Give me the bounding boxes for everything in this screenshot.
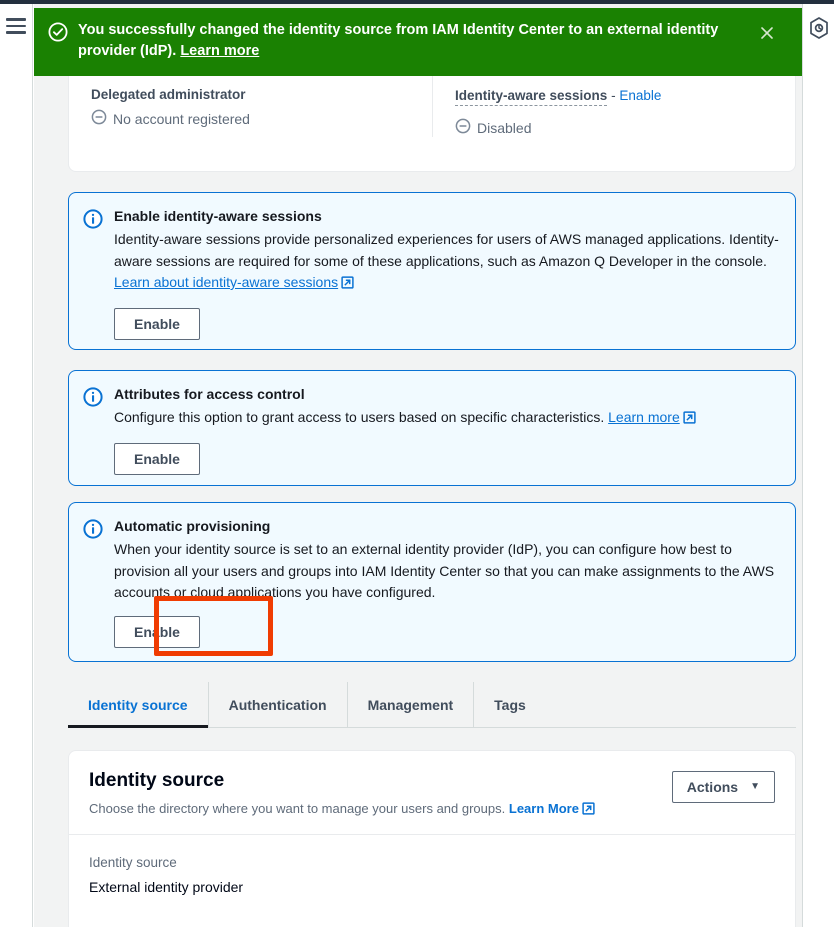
success-flash-banner: You successfully changed the identity so… (34, 8, 802, 76)
identity-aware-sessions-status: Disabled (455, 118, 773, 137)
identity-source-subtitle-text: Choose the directory where you want to m… (89, 801, 506, 816)
right-tools-rail (802, 4, 834, 927)
success-check-circle-icon (48, 22, 68, 47)
identity-source-field-label: Identity source (89, 855, 177, 870)
content-scroll-area: GMT+0 Delegated administrator No account… (34, 4, 802, 927)
chevron-down-icon: ▼ (750, 781, 760, 792)
actions-button-label: Actions (686, 779, 739, 795)
identity-source-header-text: Identity source Choose the directory whe… (89, 769, 595, 820)
alert-description-text: Configure this option to grant access to… (114, 409, 605, 425)
page-title: Identity source (89, 770, 225, 791)
settings-tabs: Identity source Authentication Managemen… (68, 682, 796, 728)
alert-description: Identity-aware sessions provide personal… (114, 229, 779, 296)
identity-aware-sessions-enable-link[interactable]: Enable (619, 88, 661, 103)
identity-aware-sessions-enable-button[interactable]: Enable (114, 307, 200, 340)
external-link-icon (683, 409, 696, 431)
alert-enable-identity-aware-sessions: Enable identity-aware sessions Identity-… (68, 192, 796, 350)
tab-label: Identity source (88, 696, 188, 713)
external-link-icon (341, 274, 354, 296)
alert-description: When your identity source is set to an e… (114, 541, 775, 600)
alert-description-text: Identity-aware sessions provide personal… (114, 231, 779, 269)
actions-dropdown-button[interactable]: Actions ▼ (671, 771, 775, 803)
delegated-administrator-label: Delegated administrator (91, 87, 246, 102)
identity-aware-sessions-label: Identity-aware sessions (455, 88, 608, 106)
attributes-learn-more-link[interactable]: Learn more (608, 409, 680, 425)
external-link-icon (582, 801, 595, 820)
identity-aware-sessions-label-row: Identity-aware sessions - Enable (455, 87, 773, 111)
identity-source-learn-more-link[interactable]: Learn More (509, 801, 579, 816)
identity-source-card-header: Identity source Choose the directory whe… (69, 751, 795, 835)
attributes-for-access-control-enable-button[interactable]: Enable (114, 442, 200, 475)
info-circle-icon (83, 519, 103, 645)
close-icon[interactable] (754, 20, 780, 46)
alert-title: Automatic provisioning (114, 518, 271, 534)
info-circle-icon (83, 209, 103, 333)
info-circle-icon (83, 387, 103, 469)
flash-learn-more-link[interactable]: Learn more (180, 43, 259, 59)
automatic-provisioning-enable-button[interactable]: Enable (114, 615, 200, 648)
identity-source-subtitle: Choose the directory where you want to m… (89, 799, 595, 820)
minus-circle-icon (455, 118, 471, 137)
minus-circle-icon (91, 109, 107, 128)
delegated-administrator-status: No account registered (91, 109, 410, 128)
flash-message: You successfully changed the identity so… (78, 20, 754, 62)
delegated-administrator-status-text: No account registered (113, 110, 250, 127)
hamburger-menu-icon[interactable] (6, 18, 26, 34)
tab-label: Tags (494, 696, 526, 713)
learn-about-identity-aware-sessions-link[interactable]: Learn about identity-aware sessions (114, 274, 338, 290)
tab-management[interactable]: Management (348, 682, 475, 727)
alert-automatic-provisioning: Automatic provisioning When your identit… (68, 502, 796, 662)
left-navigation-rail (0, 4, 33, 927)
identity-source-field-value: External identity provider (89, 879, 244, 895)
alert-title: Enable identity-aware sessions (114, 208, 322, 224)
tab-label: Authentication (228, 696, 327, 713)
tab-authentication[interactable]: Authentication (209, 682, 348, 727)
identity-source-card: Identity source Choose the directory whe… (68, 750, 796, 927)
identity-aware-sessions-status-text: Disabled (477, 119, 532, 136)
recently-visited-hexagon-icon[interactable] (808, 16, 830, 40)
alert-description: Configure this option to grant access to… (114, 407, 779, 431)
identity-source-card-body: Identity source External identity provid… (69, 835, 795, 915)
console-page: GMT+0 Delegated administrator No account… (0, 0, 834, 927)
tab-label: Management (367, 696, 454, 713)
alert-attributes-for-access-control: Attributes for access control Configure … (68, 370, 796, 486)
label-separator: - (607, 88, 620, 103)
tab-tags[interactable]: Tags (474, 682, 546, 727)
alert-title: Attributes for access control (114, 386, 305, 402)
flash-message-text: You successfully changed the identity so… (78, 22, 719, 59)
tab-identity-source[interactable]: Identity source (68, 682, 209, 728)
